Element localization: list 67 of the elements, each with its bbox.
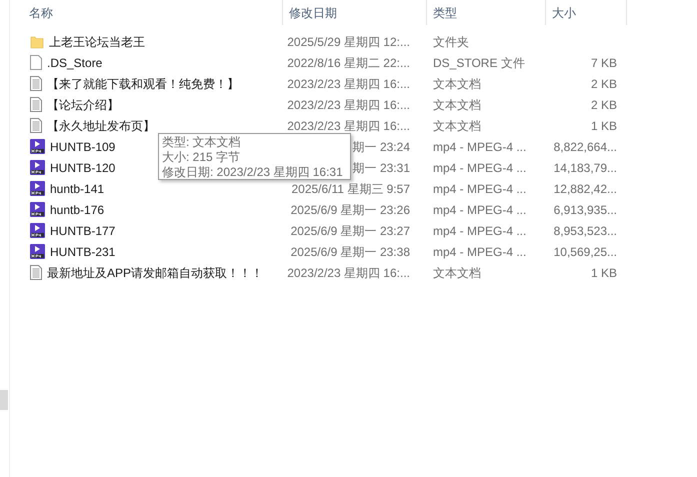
file-name[interactable]: 最新地址及APP请发邮箱自动获取！！！ [47,264,264,282]
modified-date: 2023/2/23 星期四 16:... [287,76,410,92]
file-size: 12,882,42... [554,180,617,198]
file-size: 14,183,79... [554,160,617,176]
file-name[interactable]: HUNTB-177 [50,222,116,240]
column-header[interactable]: 名称 [23,4,53,22]
text-document-icon [30,118,42,133]
file-icon [30,55,42,70]
file-size: 10,569,25... [554,244,617,260]
modified-date: 2022/8/16 星期二 22:... [287,54,410,72]
column-header[interactable]: 类型 [427,4,457,22]
modified-date: 2023/2/23 星期四 16:... [287,264,410,282]
modified-date: 期一 23:24 [352,138,410,156]
text-document-icon [30,76,42,91]
file-name[interactable]: HUNTB-231 [50,242,116,260]
video-file-icon [30,139,45,154]
column-header[interactable]: 修改日期 [283,4,337,22]
video-file-icon [30,223,45,238]
file-name[interactable]: HUNTB-109 [50,138,116,156]
folder-icon [30,34,44,48]
file-size: 7 KB [590,54,617,72]
file-size: 8,822,664... [554,138,617,156]
tooltip-line: 大小: 215 字节 [162,150,240,165]
tooltip-line: 修改日期: 2023/2/23 星期四 16:31 [162,165,343,180]
file-name[interactable]: 【论坛介绍】 [47,96,119,114]
modified-date: 2025/6/9 星期一 23:27 [290,222,410,240]
file-name[interactable]: huntb-141 [50,180,104,198]
sidebar-highlight [0,390,8,410]
tooltip-line: 类型: 文本文档 [162,135,241,150]
file-type: mp4 - MPEG-4 ... [433,140,526,154]
file-name[interactable]: 【来了就能下载和观看！纯免费！】 [47,74,239,92]
file-type: DS_STORE 文件 [433,56,525,70]
file-type: 文本文档 [433,98,481,112]
file-name[interactable]: HUNTB-120 [50,158,116,176]
video-file-icon [30,202,45,217]
column-header[interactable]: 大小 [546,4,576,22]
modified-date: 2023/2/23 星期四 16:... [287,118,410,134]
file-type: mp4 - MPEG-4 ... [433,182,526,196]
file-type: 文本文档 [433,76,481,90]
file-type: 文本文档 [433,118,481,132]
file-type: mp4 - MPEG-4 ... [433,160,526,174]
video-file-icon [30,181,45,196]
file-size: 1 KB [590,118,617,134]
modified-date: 2025/6/9 星期一 23:26 [290,202,410,218]
video-file-icon [30,160,45,175]
file-type: mp4 - MPEG-4 ... [433,224,526,238]
file-size: 8,953,523... [554,222,617,240]
file-type: 文件夹 [433,34,469,48]
file-type: 文本文档 [433,266,481,280]
file-size: 2 KB [590,96,617,114]
text-document-icon [30,265,42,280]
modified-date: 2025/5/29 星期四 12:... [287,34,410,50]
file-size: 1 KB [590,264,617,282]
text-document-icon [30,97,42,112]
modified-date: 2025/6/9 星期一 23:38 [290,244,410,260]
file-size: 2 KB [590,76,617,92]
file-size: 6,913,935... [554,202,617,218]
video-file-icon [30,244,45,259]
file-name[interactable]: 上老王论坛当老王 [49,32,145,50]
modified-date: 期一 23:31 [352,160,410,176]
modified-date: 2025/6/11 星期三 9:57 [291,180,410,198]
file-name[interactable]: .DS_Store [47,54,102,72]
modified-date: 2023/2/23 星期四 16:... [287,96,410,114]
file-type: mp4 - MPEG-4 ... [433,244,526,258]
file-name[interactable]: 【永久地址发布页】 [47,116,155,134]
file-type: mp4 - MPEG-4 ... [433,202,526,216]
file-name[interactable]: huntb-176 [50,200,104,218]
